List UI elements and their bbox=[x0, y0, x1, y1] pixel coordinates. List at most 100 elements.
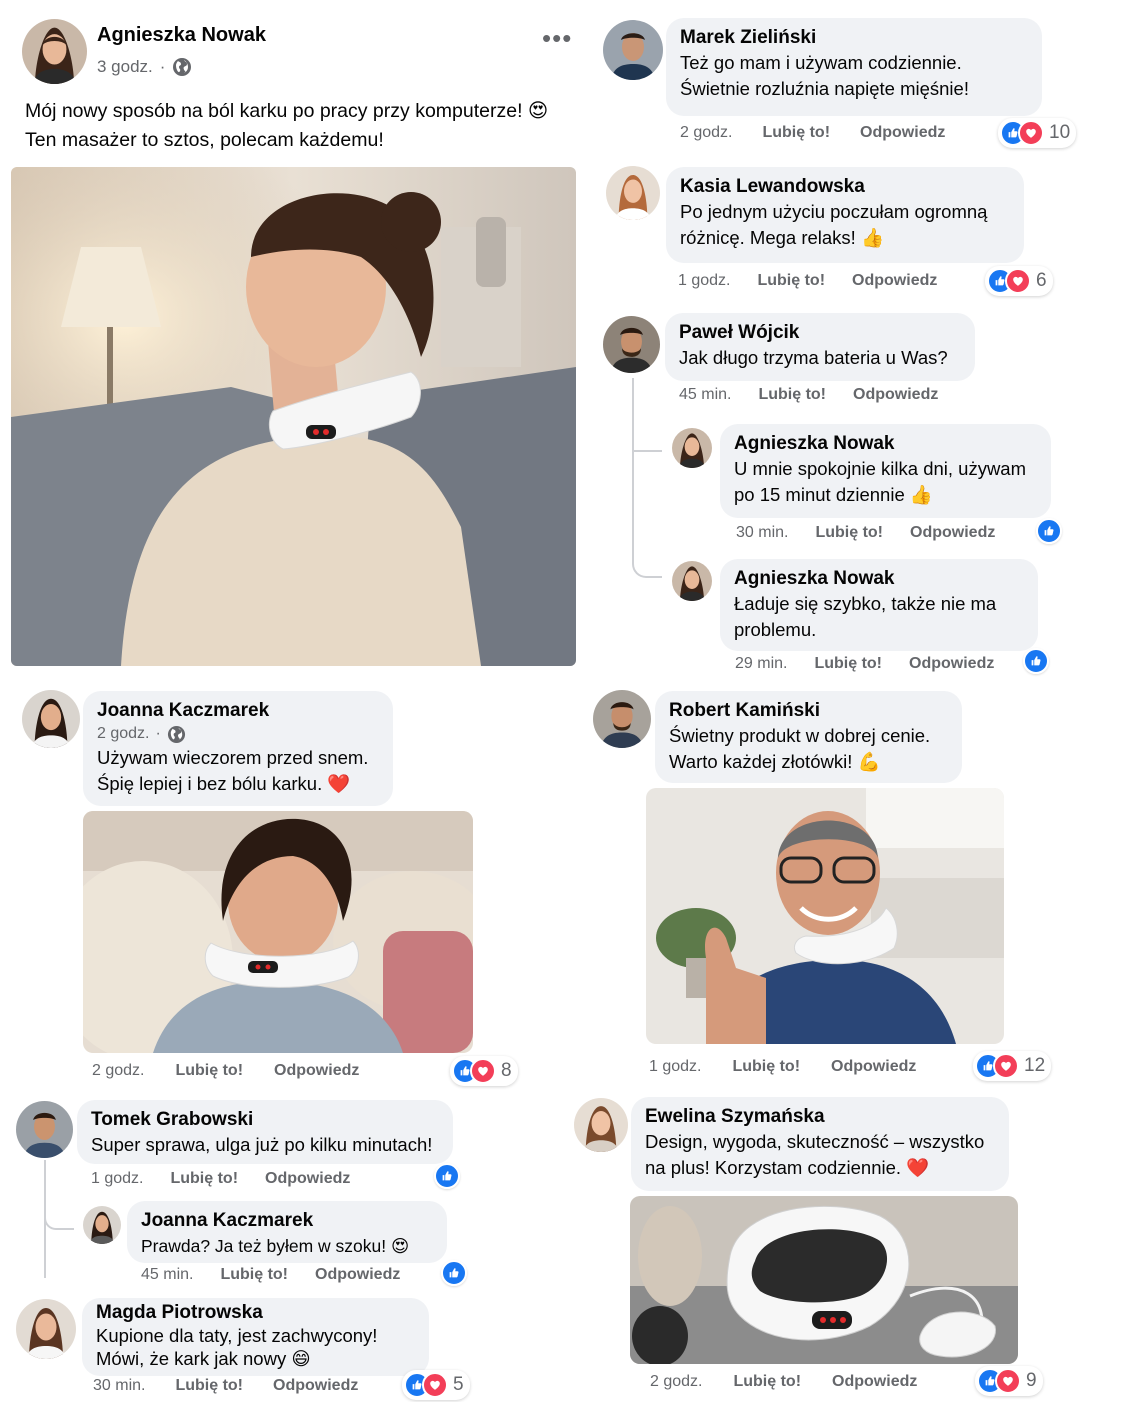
commenter-avatar[interactable] bbox=[606, 166, 660, 220]
reaction-count: 9 bbox=[1026, 1370, 1037, 1391]
reaction-summary[interactable]: 10 bbox=[998, 118, 1077, 148]
more-options-icon[interactable]: ••• bbox=[542, 25, 572, 51]
thumbs-up-emoji-icon: 👍 bbox=[909, 485, 933, 506]
comment-time[interactable]: 30 min. bbox=[93, 1377, 145, 1395]
reply-button[interactable]: Odpowiedz bbox=[265, 1170, 350, 1188]
reaction-summary[interactable]: 8 bbox=[450, 1056, 518, 1086]
comment-actions: 30 min. Lubię to! Odpowiedz bbox=[736, 524, 995, 542]
reply-button[interactable]: Odpowiedz bbox=[853, 386, 938, 404]
commenter-name[interactable]: Kasia Lewandowska bbox=[680, 175, 1010, 199]
like-reaction-icon bbox=[1023, 648, 1049, 674]
reply-button[interactable]: Odpowiedz bbox=[909, 655, 994, 673]
reply-button[interactable]: Odpowiedz bbox=[852, 272, 937, 290]
comment-bubble: Magda Piotrowska Kupione dla taty, jest … bbox=[82, 1298, 429, 1376]
reaction-count: 12 bbox=[1024, 1055, 1046, 1076]
commenter-name[interactable]: Magda Piotrowska bbox=[96, 1302, 415, 1324]
comment-bubble: Paweł Wójcik Jak długo trzyma bateria u … bbox=[665, 313, 975, 381]
red-heart-emoji-icon: ❤️ bbox=[906, 1158, 930, 1179]
reply-thread-line bbox=[632, 378, 662, 578]
comment-actions: 2 godz. Lubię to! Odpowiedz bbox=[650, 1373, 917, 1391]
commenter-avatar[interactable] bbox=[16, 1299, 76, 1359]
love-reaction-icon bbox=[470, 1058, 496, 1084]
comment-time-top[interactable]: 2 godz. bbox=[97, 723, 149, 745]
comment-time[interactable]: 2 godz. bbox=[680, 124, 732, 142]
reply-button[interactable]: Odpowiedz bbox=[273, 1377, 358, 1395]
reaction-summary[interactable] bbox=[1036, 518, 1062, 544]
comment-text-line: Po jednym użyciu poczułam ogromną bbox=[680, 201, 988, 222]
comment-time[interactable]: 2 godz. bbox=[650, 1373, 702, 1391]
comment-text-line: problemu. bbox=[734, 619, 817, 640]
comment-time[interactable]: 30 min. bbox=[736, 524, 788, 542]
comment-bubble: Robert Kamiński Świetny produkt w dobrej… bbox=[655, 691, 962, 783]
like-button[interactable]: Lubię to! bbox=[757, 272, 825, 290]
like-button[interactable]: Lubię to! bbox=[175, 1062, 243, 1080]
comment-photo[interactable] bbox=[83, 811, 473, 1053]
like-button[interactable]: Lubię to! bbox=[815, 524, 883, 542]
comment-text-line: Warto każdej złotówki! 💪 bbox=[669, 751, 881, 773]
reply-button[interactable]: Odpowiedz bbox=[910, 524, 995, 542]
reaction-summary[interactable] bbox=[441, 1260, 467, 1286]
reaction-summary[interactable] bbox=[1023, 648, 1049, 674]
like-button[interactable]: Lubię to! bbox=[220, 1266, 288, 1284]
commenter-avatar[interactable] bbox=[16, 1101, 73, 1158]
comment-photo[interactable] bbox=[630, 1196, 1018, 1364]
reply-avatar[interactable] bbox=[83, 1206, 121, 1244]
commenter-avatar[interactable] bbox=[574, 1098, 628, 1152]
commenter-name[interactable]: Tomek Grabowski bbox=[91, 1108, 439, 1132]
like-button[interactable]: Lubię to! bbox=[733, 1373, 801, 1391]
commenter-avatar[interactable] bbox=[603, 20, 663, 80]
comment-time[interactable]: 1 godz. bbox=[649, 1058, 701, 1076]
commenter-avatar[interactable] bbox=[593, 690, 651, 748]
reply-button[interactable]: Odpowiedz bbox=[832, 1373, 917, 1391]
reaction-summary[interactable] bbox=[434, 1163, 460, 1189]
like-button[interactable]: Lubię to! bbox=[732, 1058, 800, 1076]
like-button[interactable]: Lubię to! bbox=[762, 124, 830, 142]
meta-separator: · bbox=[159, 57, 166, 76]
comment-time[interactable]: 1 godz. bbox=[678, 272, 730, 290]
commenter-avatar[interactable] bbox=[603, 316, 660, 373]
commenter-name[interactable]: Robert Kamiński bbox=[669, 699, 948, 723]
comment-time[interactable]: 29 min. bbox=[735, 655, 787, 673]
reaction-summary[interactable]: 12 bbox=[973, 1051, 1052, 1081]
like-button[interactable]: Lubię to! bbox=[170, 1170, 238, 1188]
like-button[interactable]: Lubię to! bbox=[758, 386, 826, 404]
comment-text-line: U mnie spokojnie kilka dni, używam bbox=[734, 458, 1027, 479]
comment-time[interactable]: 45 min. bbox=[679, 386, 731, 404]
commenter-name[interactable]: Joanna Kaczmarek bbox=[141, 1209, 433, 1233]
comment-actions: 29 min. Lubię to! Odpowiedz bbox=[735, 655, 994, 673]
comment-text-line: Super sprawa, ulga już po kilku minutach… bbox=[91, 1134, 433, 1155]
flexed-biceps-emoji-icon: 💪 bbox=[857, 752, 881, 773]
reaction-summary[interactable]: 5 bbox=[402, 1370, 470, 1400]
commenter-name[interactable]: Agnieszka Nowak bbox=[734, 567, 1024, 591]
reply-avatar[interactable] bbox=[672, 428, 712, 468]
post-author-avatar[interactable] bbox=[22, 19, 87, 84]
reply-button[interactable]: Odpowiedz bbox=[274, 1062, 359, 1080]
commenter-name[interactable]: Joanna Kaczmarek bbox=[97, 699, 379, 723]
love-reaction-icon bbox=[1005, 268, 1031, 294]
reply-button[interactable]: Odpowiedz bbox=[831, 1058, 916, 1076]
thumbs-up-emoji-icon: 👍 bbox=[860, 228, 885, 249]
commenter-name[interactable]: Ewelina Szymańska bbox=[645, 1105, 995, 1129]
post-time[interactable]: 3 godz. bbox=[97, 57, 153, 77]
comment-time[interactable]: 1 godz. bbox=[91, 1170, 143, 1188]
commenter-name[interactable]: Agnieszka Nowak bbox=[734, 432, 1037, 456]
post-photo[interactable] bbox=[11, 167, 576, 666]
comment-photo[interactable] bbox=[646, 788, 1004, 1044]
commenter-name[interactable]: Marek Zieliński bbox=[680, 26, 1028, 50]
reply-bubble: Agnieszka Nowak U mnie spokojnie kilka d… bbox=[720, 424, 1051, 518]
comment-text-line: Jak długo trzyma bateria u Was? bbox=[679, 347, 948, 368]
post-author-name[interactable]: Agnieszka Nowak bbox=[97, 24, 266, 47]
reply-button[interactable]: Odpowiedz bbox=[315, 1266, 400, 1284]
commenter-avatar[interactable] bbox=[22, 690, 80, 748]
comment-time[interactable]: 45 min. bbox=[141, 1266, 193, 1284]
comment-time[interactable]: 2 godz. bbox=[92, 1062, 144, 1080]
like-reaction-icon bbox=[1036, 518, 1062, 544]
reaction-summary[interactable]: 6 bbox=[985, 266, 1053, 296]
commenter-name[interactable]: Paweł Wójcik bbox=[679, 321, 961, 345]
comment-bubble: Tomek Grabowski Super sprawa, ulga już p… bbox=[77, 1100, 453, 1164]
like-button[interactable]: Lubię to! bbox=[814, 655, 882, 673]
like-button[interactable]: Lubię to! bbox=[175, 1377, 243, 1395]
reply-button[interactable]: Odpowiedz bbox=[860, 124, 945, 142]
reply-avatar[interactable] bbox=[672, 561, 712, 601]
reaction-summary[interactable]: 9 bbox=[975, 1366, 1043, 1396]
